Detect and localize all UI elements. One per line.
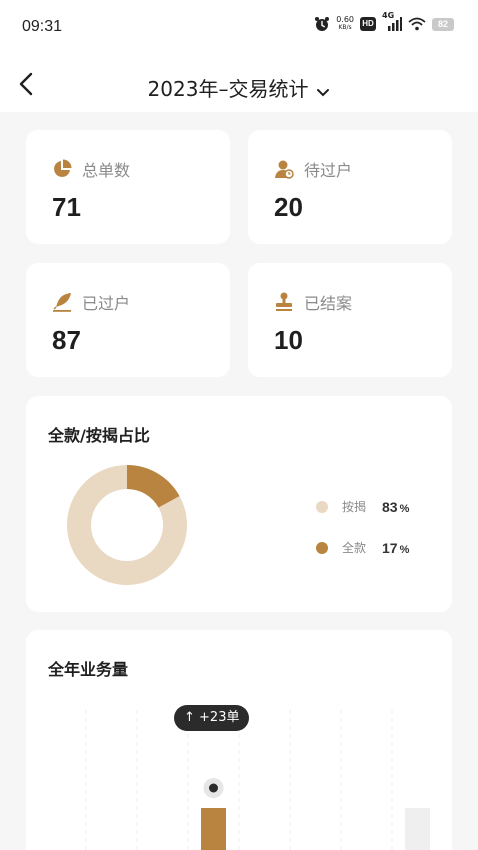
stat-label-row: 已过户 — [52, 290, 130, 314]
pie-chart-icon — [52, 159, 72, 179]
net-speed-unit: KB/s — [338, 24, 352, 31]
year-selector[interactable]: 2023年–交易统计 — [0, 73, 478, 103]
stat-label: 已过户 — [82, 294, 131, 313]
legend-dot-mortgage — [316, 500, 328, 513]
stat-label: 总单数 — [82, 161, 131, 180]
annual-volume-card: 全年业务量 ↑ +23单 — [26, 630, 452, 850]
legend-item-mortgage: 按揭 83% — [316, 498, 409, 515]
ratio-card: 全款/按揭占比 按揭 83% 全款 17% — [26, 396, 452, 612]
stat-value: 10 — [274, 325, 303, 355]
stamp-icon — [274, 292, 294, 312]
stat-label-row: 待过户 — [274, 157, 352, 181]
stat-value: 20 — [274, 192, 303, 222]
stat-card-total[interactable]: 总单数 71 — [26, 130, 230, 244]
status-time: 09:31 — [22, 18, 63, 35]
person-clock-icon — [274, 159, 294, 179]
legend-dot-full — [316, 541, 328, 554]
legend-percent: 83% — [382, 498, 410, 515]
bar-highlighted[interactable] — [201, 808, 226, 850]
marker-dot — [209, 783, 218, 793]
legend-item-full: 全款 17% — [316, 539, 409, 556]
legend-label: 按揭 — [342, 500, 367, 514]
stat-card-pending-transfer[interactable]: 待过户 20 — [248, 130, 452, 244]
legend-label: 全款 — [342, 541, 367, 555]
stat-value: 87 — [52, 325, 81, 355]
stat-label-row: 总单数 — [52, 157, 130, 181]
chevron-down-icon — [316, 79, 330, 103]
stat-label: 待过户 — [304, 161, 353, 180]
page-title: 2023年–交易统计 — [147, 77, 309, 101]
stat-card-transferred[interactable]: 已过户 87 — [26, 263, 230, 377]
signal-icon: 4G — [382, 12, 402, 32]
hd-icon: HD — [360, 17, 376, 31]
donut-slice-full — [126, 465, 180, 509]
donut-chart — [67, 465, 187, 585]
bar-chart — [85, 710, 430, 850]
net-speed-value: 0.60 — [336, 15, 354, 24]
annual-title: 全年业务量 — [48, 660, 129, 679]
stat-card-closed[interactable]: 已结案 10 — [248, 263, 452, 377]
wifi-icon — [408, 17, 426, 31]
net-speed: 0.60 KB/s — [336, 16, 354, 32]
status-icons: 0.60 KB/s HD 4G 82 — [314, 12, 454, 32]
stat-value: 71 — [52, 192, 81, 222]
alarm-icon — [314, 16, 330, 32]
nav-bar: 2023年–交易统计 — [0, 56, 478, 112]
network-type: 4G — [382, 11, 395, 20]
stat-label: 已结案 — [304, 294, 353, 313]
status-bar: 09:31 0.60 KB/s HD 4G 82 — [0, 0, 478, 56]
legend-percent: 17% — [382, 539, 410, 556]
bar-tooltip: ↑ +23单 — [174, 705, 250, 731]
battery-icon: 82 — [432, 17, 454, 31]
bar[interactable] — [405, 808, 430, 850]
stat-label-row: 已结案 — [274, 290, 352, 314]
quill-icon — [52, 292, 72, 312]
ratio-title: 全款/按揭占比 — [48, 426, 150, 445]
